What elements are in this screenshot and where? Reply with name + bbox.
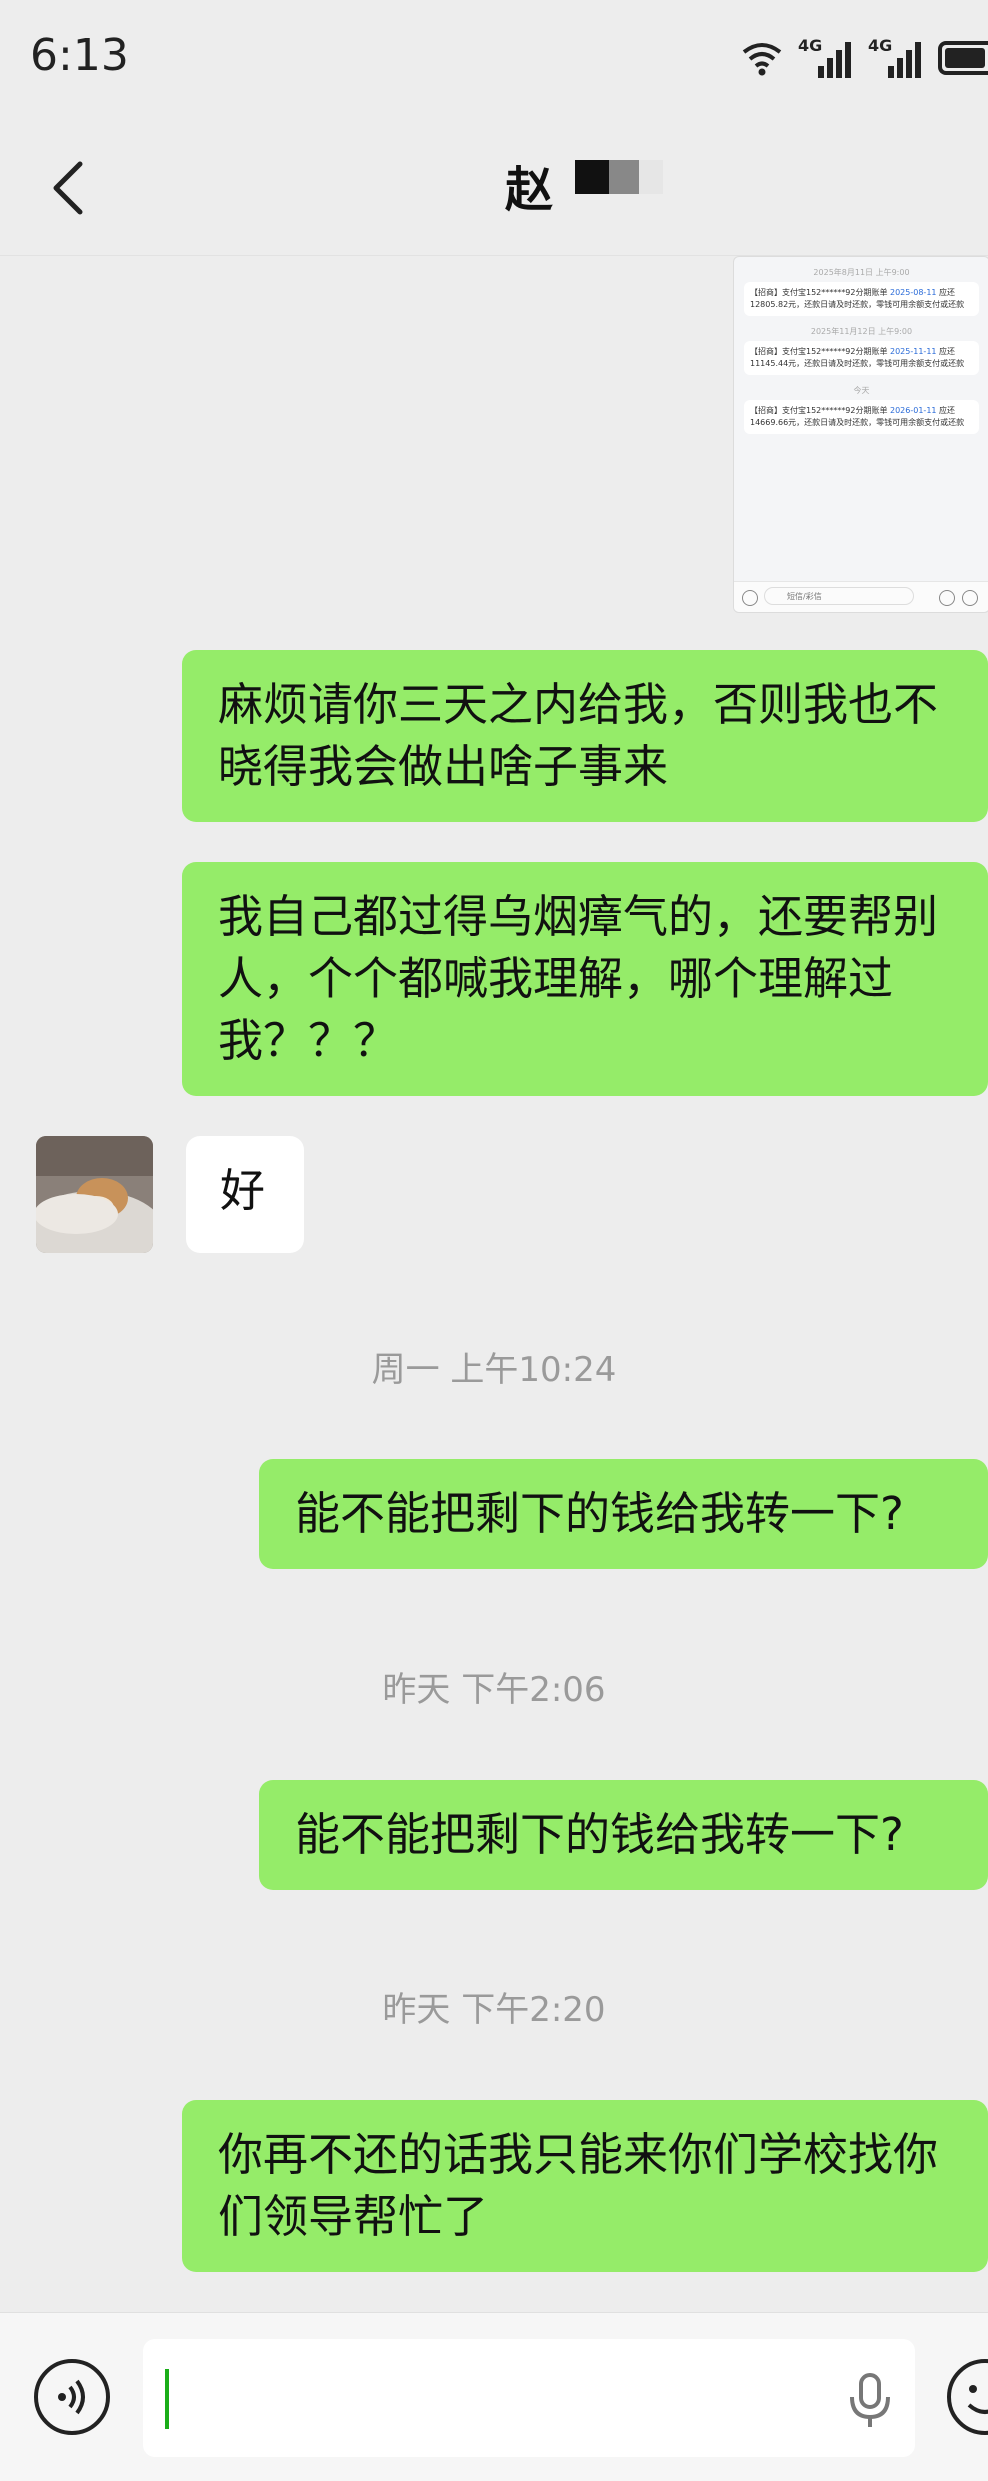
outgoing-message[interactable]: 你再不还的话我只能来你们学校找你们领导帮忙了 [182,2100,988,2272]
battery-icon [938,41,988,75]
preview-input-bar: 短信/彩信 [734,581,988,612]
status-bar: 6:13 4G 4G [0,0,988,120]
preview-sms-card: 【招商】支付宝152******92分期账单 2025-11-11 应还1114… [744,341,979,375]
signal-icon: 4G [868,36,924,78]
microphone-icon[interactable] [845,2373,895,2429]
voice-toggle-icon[interactable] [32,2357,112,2437]
preview-timestamp: 今天 [853,386,870,395]
preview-sms-card: 【招商】支付宝152******92分期账单 2025-08-11 应还1280… [744,282,979,316]
message-input[interactable] [143,2339,915,2457]
name-redaction [575,160,663,194]
signal-icon: 4G [798,36,854,78]
preview-timestamp: 2025年11月12日 上午9:00 [810,327,913,336]
contact-name[interactable]: 赵 [505,150,553,220]
preview-timestamp: 2025年8月11日 上午9:00 [813,268,910,277]
time-separator: 周一 上午10:24 [371,1350,617,1390]
status-time: 6:13 [30,30,129,81]
wifi-icon [742,43,782,76]
status-icons: 4G 4G [740,30,988,86]
text-caret [165,2369,169,2429]
avatar[interactable] [36,1136,153,1253]
back-arrow-icon[interactable] [40,158,100,218]
chat-header: 赵 [0,120,988,256]
avatar-photo [36,1136,153,1253]
image-message[interactable]: 2025年8月11日 上午9:00 【招商】支付宝152******92分期账单… [733,256,988,613]
chat-area[interactable]: 2025年8月11日 上午9:00 【招商】支付宝152******92分期账单… [0,256,988,2306]
outgoing-message[interactable]: 能不能把剩下的钱给我转一下? [259,1459,988,1569]
outgoing-message[interactable]: 能不能把剩下的钱给我转一下? [259,1780,988,1890]
outgoing-message[interactable]: 我自己都过得乌烟瘴气的，还要帮别人，个个都喊我理解，哪个理解过我？？？ [182,862,988,1096]
composer-bar [0,2312,988,2481]
time-separator: 昨天 下午2:20 [382,1990,606,2030]
time-separator: 昨天 下午2:06 [382,1670,606,1710]
preview-sms-card: 【招商】支付宝152******92分期账单 2026-01-11 应还1466… [744,400,979,434]
incoming-message[interactable]: 好 [186,1136,304,1253]
emoji-icon[interactable] [945,2357,988,2437]
outgoing-message[interactable]: 麻烦请你三天之内给我，否则我也不晓得我会做出啥子事来 [182,650,988,822]
